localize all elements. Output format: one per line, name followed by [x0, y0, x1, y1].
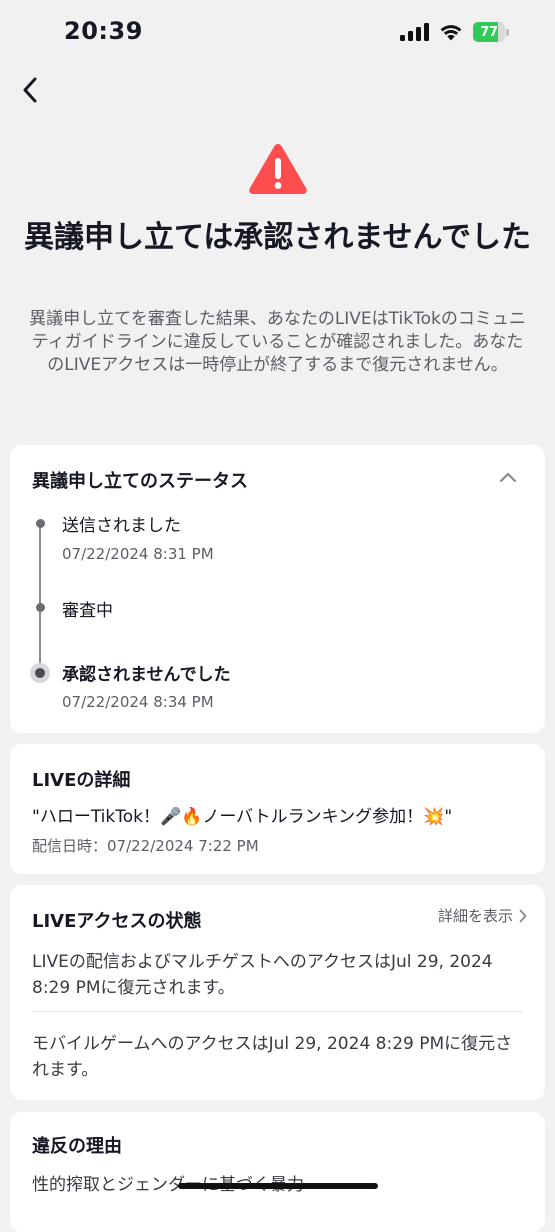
page-title: 異議申し立ては承認されませんでした — [24, 220, 531, 255]
live-access-title: LIVEアクセスの状態 — [32, 911, 202, 932]
stream-date: 配信日時：07/22/2024 7:22 PM — [32, 837, 259, 855]
timeline-dot-current — [30, 663, 50, 683]
step-label: 送信されました — [62, 516, 181, 536]
home-indicator[interactable] — [178, 1183, 378, 1189]
step-time: 07/22/2024 8:34 PM — [62, 693, 214, 711]
timeline-line — [39, 525, 41, 673]
timeline-dot — [35, 603, 45, 612]
chevron-up-icon[interactable] — [499, 471, 517, 483]
status-bar: 20:39 77 — [0, 0, 555, 64]
step-label-current: 承認されませんでした — [62, 665, 231, 685]
appeal-status-title: 異議申し立てのステータス — [32, 471, 248, 492]
live-access-card: LIVEアクセスの状態 詳細を表示 LIVEの配信およびマルチゲストへのアクセス… — [10, 885, 545, 1100]
battery-icon: 77 — [473, 22, 509, 42]
timeline-dot — [35, 519, 45, 528]
appeal-status-card: 異議申し立てのステータス 送信されました 07/22/2024 8:31 PM … — [10, 445, 545, 733]
violation-reason-title: 違反の理由 — [32, 1136, 122, 1157]
view-details-label: 詳細を表示 — [437, 907, 513, 925]
wifi-icon — [440, 25, 462, 41]
battery-level: 77 — [480, 24, 498, 40]
chevron-right-icon — [519, 909, 527, 922]
status-time: 20:39 — [64, 17, 143, 45]
chevron-left-icon — [23, 77, 37, 103]
warning-triangle-icon — [249, 144, 307, 194]
live-details-card: LIVEの詳細 "ハローTikTok！🎤🔥ノーバトルランキング参加！💥" 配信日… — [10, 744, 545, 874]
mobile-game-restore-text: モバイルゲームへのアクセスはJul 29, 2024 8:29 PMに復元されま… — [32, 1034, 513, 1080]
live-access-restore-text: LIVEの配信およびマルチゲストへのアクセスはJul 29, 2024 8:29… — [32, 952, 493, 998]
violation-reason-card: 違反の理由 性的搾取とジェンダーに基づく暴力 — [10, 1112, 545, 1232]
back-button[interactable] — [14, 72, 46, 108]
step-time: 07/22/2024 8:31 PM — [62, 545, 214, 563]
live-details-title: LIVEの詳細 — [32, 770, 131, 791]
divider — [32, 1011, 523, 1012]
result-description: 異議申し立てを審査した結果、あなたのLIVEはTikTokのコミュニティガイドラ… — [29, 309, 526, 375]
status-indicators: 77 — [400, 22, 509, 42]
view-details-link[interactable]: 詳細を表示 — [438, 905, 527, 926]
step-label: 審査中 — [62, 601, 113, 621]
live-stream-title: "ハローTikTok！🎤🔥ノーバトルランキング参加！💥" — [32, 807, 453, 827]
cellular-signal-icon — [400, 23, 429, 41]
